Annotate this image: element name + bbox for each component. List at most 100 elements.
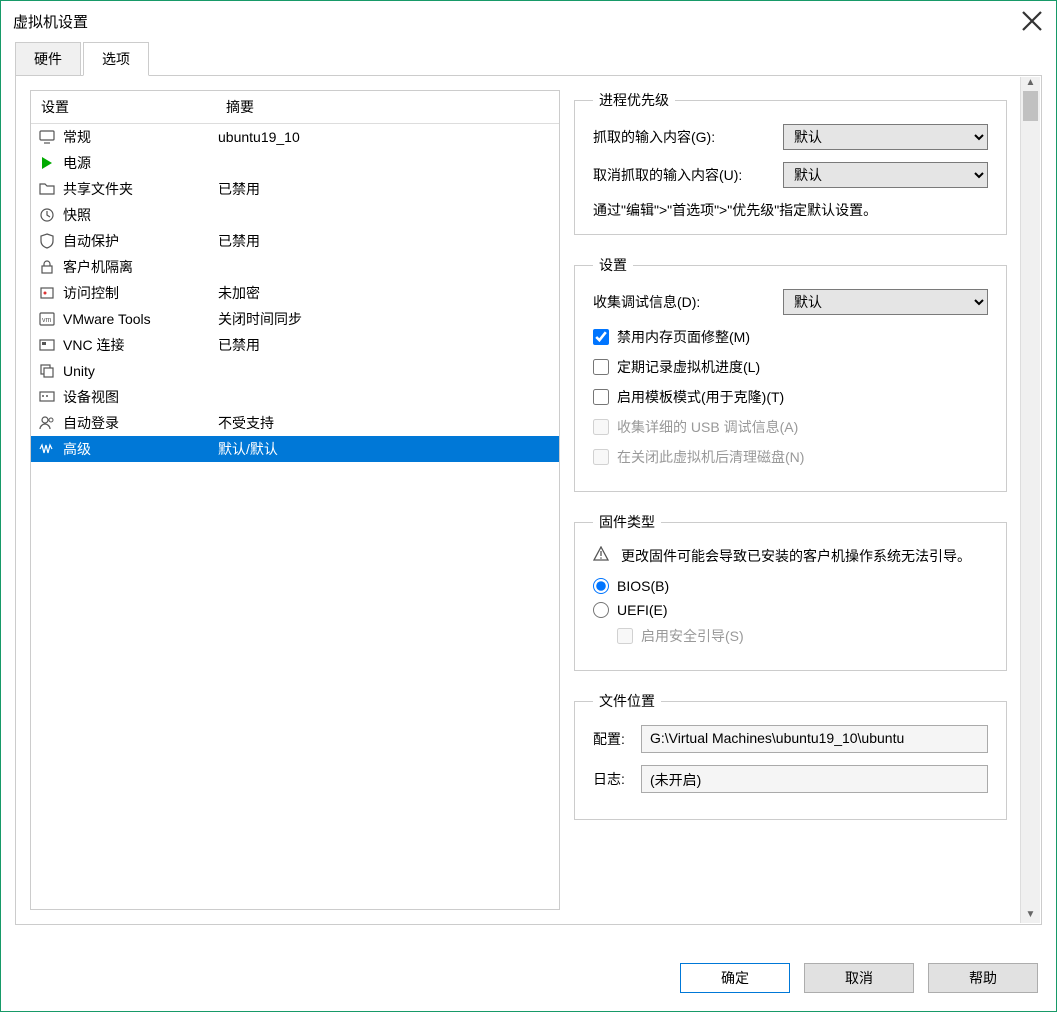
bios-radio-row[interactable]: BIOS(B) <box>593 578 988 594</box>
item-summary: ubuntu19_10 <box>218 129 559 145</box>
bios-label: BIOS(B) <box>617 578 669 594</box>
template-mode-row[interactable]: 启用模板模式(用于克隆)(T) <box>593 387 988 407</box>
lock-icon <box>37 257 57 277</box>
log-progress-checkbox[interactable] <box>593 359 609 375</box>
clean-disks-row: 在关闭此虚拟机后清理磁盘(N) <box>593 447 988 467</box>
tab-hardware[interactable]: 硬件 <box>15 42 81 76</box>
uefi-radio[interactable] <box>593 602 609 618</box>
item-name: 访问控制 <box>63 283 218 303</box>
right-scrollbar[interactable]: ▲ ▼ <box>1020 77 1040 923</box>
settings-list: 设置 摘要 常规ubuntu19_10电源共享文件夹已禁用快照自动保护已禁用客户… <box>30 90 560 910</box>
grabbed-input-select[interactable]: 默认 <box>783 124 988 150</box>
tabs: 硬件 选项 <box>1 41 1056 75</box>
monitor-icon <box>37 127 57 147</box>
firmware-group: 固件类型 更改固件可能会导致已安装的客户机操作系统无法引导。 BIOS(B) U… <box>574 512 1007 671</box>
clock-icon <box>37 205 57 225</box>
shield-clock-icon <box>37 231 57 251</box>
item-name: VMware Tools <box>63 311 218 327</box>
item-name: 快照 <box>63 205 218 225</box>
priority-helptext: 通过"编辑">"首选项">"优先级"指定默认设置。 <box>593 200 988 220</box>
config-file-label: 配置: <box>593 729 641 749</box>
tab-options[interactable]: 选项 <box>83 42 149 76</box>
clean-disks-checkbox <box>593 449 609 465</box>
user-icon <box>37 413 57 433</box>
tab-content: 设置 摘要 常规ubuntu19_10电源共享文件夹已禁用快照自动保护已禁用客户… <box>15 75 1042 925</box>
list-item[interactable]: 设备视图 <box>31 384 559 410</box>
ok-button[interactable]: 确定 <box>680 963 790 993</box>
folder-icon <box>37 179 57 199</box>
debug-info-label: 收集调试信息(D): <box>593 292 783 312</box>
disable-page-trimming-checkbox[interactable] <box>593 329 609 345</box>
debug-info-select[interactable]: 默认 <box>783 289 988 315</box>
list-item[interactable]: 自动登录不受支持 <box>31 410 559 436</box>
item-name: 电源 <box>63 153 218 173</box>
window-title: 虚拟机设置 <box>13 11 88 32</box>
firmware-warning: 更改固件可能会导致已安装的客户机操作系统无法引导。 <box>621 546 971 566</box>
item-name: 常规 <box>63 127 218 147</box>
vm-icon: vm <box>37 309 57 329</box>
usb-debug-row: 收集详细的 USB 调试信息(A) <box>593 417 988 437</box>
ungrabbed-input-select[interactable]: 默认 <box>783 162 988 188</box>
process-priority-group: 进程优先级 抓取的输入内容(G): 默认 取消抓取的输入内容(U): 默认 通过… <box>574 90 1007 235</box>
item-name: 客户机隔离 <box>63 257 218 277</box>
item-summary: 关闭时间同步 <box>218 309 559 329</box>
window-icon <box>37 361 57 381</box>
list-item[interactable]: 常规ubuntu19_10 <box>31 124 559 150</box>
list-item[interactable]: 共享文件夹已禁用 <box>31 176 559 202</box>
list-item[interactable]: Unity <box>31 358 559 384</box>
list-header: 设置 摘要 <box>31 91 559 124</box>
template-mode-checkbox[interactable] <box>593 389 609 405</box>
ungrabbed-input-label: 取消抓取的输入内容(U): <box>593 165 783 185</box>
firmware-legend: 固件类型 <box>593 512 661 532</box>
item-summary: 未加密 <box>218 283 559 303</box>
titlebar: 虚拟机设置 <box>1 1 1056 41</box>
list-item[interactable]: 高级默认/默认 <box>31 436 559 462</box>
list-item[interactable]: 自动保护已禁用 <box>31 228 559 254</box>
wave-icon <box>37 439 57 459</box>
item-summary: 已禁用 <box>218 335 559 355</box>
file-location-legend: 文件位置 <box>593 691 661 711</box>
warning-icon <box>593 546 613 566</box>
uefi-radio-row[interactable]: UEFI(E) <box>593 602 988 618</box>
item-summary: 不受支持 <box>218 413 559 433</box>
list-item[interactable]: vm VMware Tools关闭时间同步 <box>31 306 559 332</box>
disable-page-trimming-row[interactable]: 禁用内存页面修整(M) <box>593 327 988 347</box>
scroll-up-icon[interactable]: ▲ <box>1021 77 1040 91</box>
item-name: 自动登录 <box>63 413 218 433</box>
item-name: 高级 <box>63 439 218 459</box>
vnc-icon <box>37 335 57 355</box>
key-icon <box>37 283 57 303</box>
dialog-buttons: 确定 取消 帮助 <box>680 963 1038 993</box>
secure-boot-label: 启用安全引导(S) <box>641 626 744 646</box>
list-item[interactable]: 电源 <box>31 150 559 176</box>
close-button[interactable] <box>1020 9 1044 33</box>
list-item[interactable]: 客户机隔离 <box>31 254 559 280</box>
item-name: 设备视图 <box>63 387 218 407</box>
help-button[interactable]: 帮助 <box>928 963 1038 993</box>
usb-debug-checkbox <box>593 419 609 435</box>
item-summary: 已禁用 <box>218 179 559 199</box>
scroll-down-icon[interactable]: ▼ <box>1021 909 1040 923</box>
bios-radio[interactable] <box>593 578 609 594</box>
log-file-label: 日志: <box>593 769 641 789</box>
usb-debug-label: 收集详细的 USB 调试信息(A) <box>617 417 798 437</box>
item-summary: 默认/默认 <box>218 439 559 459</box>
list-item[interactable]: 访问控制未加密 <box>31 280 559 306</box>
log-progress-row[interactable]: 定期记录虚拟机进度(L) <box>593 357 988 377</box>
item-name: Unity <box>63 363 218 379</box>
settings-legend: 设置 <box>593 255 633 275</box>
close-icon <box>1020 9 1044 33</box>
config-file-path: G:\Virtual Machines\ubuntu19_10\ubuntu <box>641 725 988 753</box>
scroll-thumb[interactable] <box>1023 91 1038 121</box>
item-name: 共享文件夹 <box>63 179 218 199</box>
list-item[interactable]: 快照 <box>31 202 559 228</box>
cancel-button[interactable]: 取消 <box>804 963 914 993</box>
vm-settings-window: 虚拟机设置 硬件 选项 设置 摘要 常规ubuntu19_10电源共享文件夹已禁… <box>0 0 1057 1012</box>
device-icon <box>37 387 57 407</box>
list-item[interactable]: VNC 连接已禁用 <box>31 332 559 358</box>
play-icon <box>37 153 57 173</box>
template-mode-label: 启用模板模式(用于克隆)(T) <box>617 387 784 407</box>
log-file-path: (未开启) <box>641 765 988 793</box>
item-summary: 已禁用 <box>218 231 559 251</box>
uefi-label: UEFI(E) <box>617 602 668 618</box>
